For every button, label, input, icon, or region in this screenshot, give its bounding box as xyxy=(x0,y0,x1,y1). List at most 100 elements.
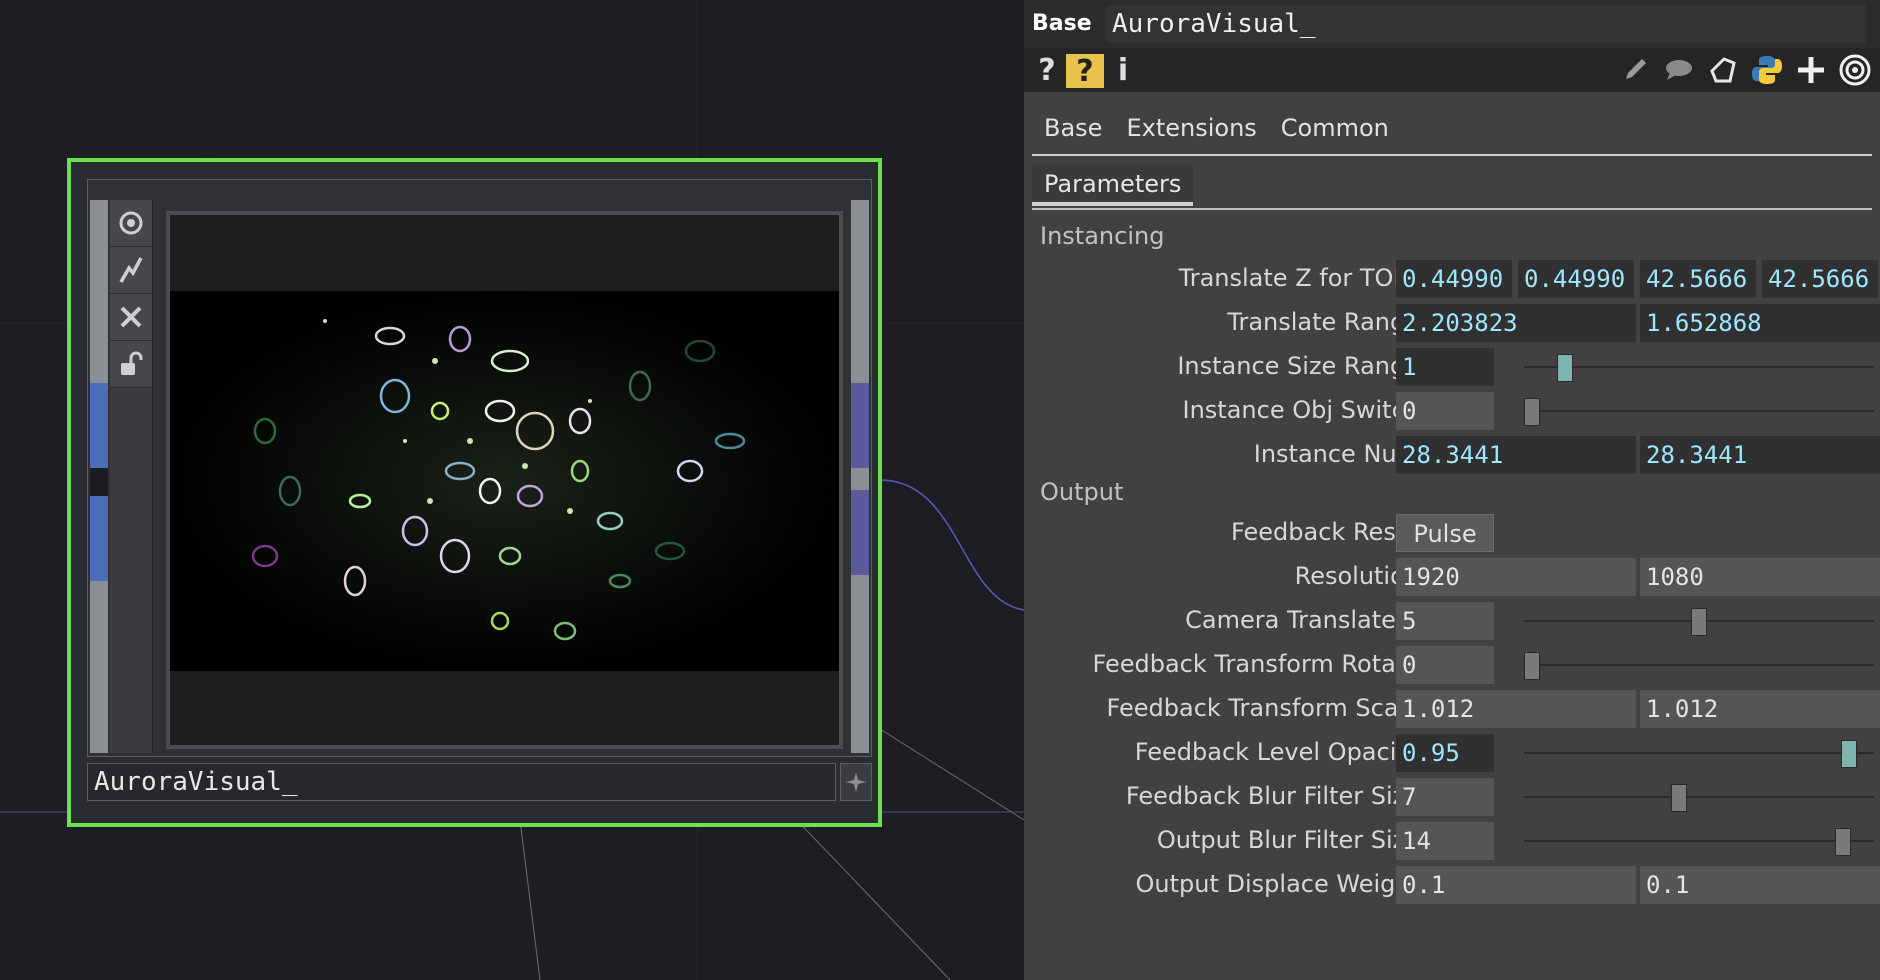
param-label: Instance Obj Switch xyxy=(1182,396,1420,424)
custom-page-tabs: Parameters xyxy=(1032,164,1872,210)
param-label: Feedback Reset xyxy=(1231,518,1420,546)
bypass-lightning-icon[interactable] xyxy=(110,247,152,294)
param-slider[interactable] xyxy=(1524,778,1874,816)
param-row: Feedback Reset Pulse xyxy=(1024,512,1880,552)
viewer-target-icon[interactable] xyxy=(1836,52,1874,88)
viewer-target-icon[interactable] xyxy=(110,200,152,247)
param-value-field[interactable]: 42.5666 xyxy=(1640,260,1756,298)
param-value-field[interactable]: 2.203823 xyxy=(1396,304,1636,342)
param-row: Feedback Transform Rotate 0 xyxy=(1024,644,1880,684)
help-python-icon[interactable]: ? xyxy=(1066,54,1104,89)
comment-bubble-icon[interactable] xyxy=(1660,52,1698,88)
param-slider[interactable] xyxy=(1524,348,1874,386)
help-icon[interactable]: ? xyxy=(1028,52,1066,88)
param-value-field[interactable]: 0 xyxy=(1396,646,1494,684)
param-value-field[interactable]: 0 xyxy=(1396,392,1494,430)
pin-icon[interactable] xyxy=(840,763,872,801)
param-slider[interactable] xyxy=(1524,646,1874,684)
param-label: Feedback Transform Rotate xyxy=(1092,650,1420,678)
section-output: Output xyxy=(1040,478,1124,506)
input-connector[interactable] xyxy=(90,496,108,581)
param-value-field[interactable]: 0.44990 xyxy=(1518,260,1634,298)
output-connector-strip xyxy=(851,200,869,753)
param-label: Output Displace Weight xyxy=(1135,870,1420,898)
param-value-field[interactable]: 1.012 xyxy=(1396,690,1636,728)
param-row: Feedback Transform Scale 1.012 1.012 xyxy=(1024,688,1880,728)
param-row: Translate Z for TOPs 0.44990 0.44990 42.… xyxy=(1024,258,1880,298)
param-label: Translate Z for TOPs xyxy=(1178,264,1420,292)
panel-toolbar: ? ? i xyxy=(1024,48,1880,92)
output-connector[interactable] xyxy=(851,490,869,575)
param-label: Feedback Level Opacity xyxy=(1134,738,1420,766)
param-slider[interactable] xyxy=(1524,602,1874,640)
tab-common[interactable]: Common xyxy=(1269,106,1401,154)
param-value-field[interactable]: 14 xyxy=(1396,822,1494,860)
tab-parameters[interactable]: Parameters xyxy=(1032,164,1194,206)
slider-knob[interactable] xyxy=(1671,784,1687,812)
connector-gap xyxy=(90,468,108,496)
param-value-field[interactable]: 0.44990 xyxy=(1396,260,1512,298)
input-connector[interactable] xyxy=(90,383,108,468)
param-row: Resolution 1920 1080 xyxy=(1024,556,1880,596)
param-label: Feedback Blur Filter Size xyxy=(1125,782,1420,810)
node-flag-buttons xyxy=(110,200,153,753)
param-row: Instance Size Range 1 xyxy=(1024,346,1880,386)
param-value-field[interactable]: 1 xyxy=(1396,348,1494,386)
node-body xyxy=(87,179,872,757)
tab-extensions[interactable]: Extensions xyxy=(1114,106,1268,154)
param-label: Feedback Transform Scale xyxy=(1106,694,1421,722)
operator-type-label: Base xyxy=(1032,11,1092,36)
slider-knob[interactable] xyxy=(1691,608,1707,636)
param-label: Camera Translate Z xyxy=(1185,606,1420,634)
param-value-field[interactable]: 28.3441 xyxy=(1396,436,1636,474)
node-viewer[interactable] xyxy=(166,211,843,749)
python-icon[interactable] xyxy=(1748,52,1786,88)
info-icon[interactable]: i xyxy=(1104,52,1142,88)
operator-name-field[interactable]: AuroraVisual_ xyxy=(1106,5,1866,43)
param-value-field[interactable]: 1920 xyxy=(1396,558,1636,596)
param-value-field[interactable]: 28.3441 xyxy=(1640,436,1880,474)
edit-pencil-icon[interactable] xyxy=(1616,52,1654,88)
param-slider[interactable] xyxy=(1524,392,1874,430)
input-connector-strip xyxy=(90,200,108,753)
param-row: Translate Range 2.203823 1.652868 xyxy=(1024,302,1880,342)
param-value-field[interactable]: 1.652868 xyxy=(1640,304,1880,342)
add-plus-icon[interactable] xyxy=(1792,52,1830,88)
lock-icon[interactable] xyxy=(110,341,152,388)
param-value-field[interactable]: 1.012 xyxy=(1640,690,1880,728)
tag-icon[interactable] xyxy=(1704,52,1742,88)
output-connector[interactable] xyxy=(851,383,869,468)
param-row: Instance Obj Switch 0 xyxy=(1024,390,1880,430)
network-editor[interactable]: AuroraVisual_ xyxy=(0,0,1024,980)
pulse-button[interactable]: Pulse xyxy=(1396,514,1494,552)
param-row: Output Displace Weight 0.1 0.1 xyxy=(1024,864,1880,904)
slider-knob[interactable] xyxy=(1557,354,1573,382)
param-row: Feedback Blur Filter Size 7 xyxy=(1024,776,1880,816)
param-value-field[interactable]: 0.1 xyxy=(1396,866,1636,904)
param-value-field[interactable]: 1080 xyxy=(1640,558,1880,596)
param-row: Camera Translate Z 5 xyxy=(1024,600,1880,640)
slider-knob[interactable] xyxy=(1524,652,1540,680)
param-slider[interactable] xyxy=(1524,734,1874,772)
param-label: Output Blur Filter Size xyxy=(1156,826,1420,854)
param-value-field[interactable]: 42.5666 xyxy=(1762,260,1878,298)
slider-knob[interactable] xyxy=(1835,828,1851,856)
param-label: Instance Size Range xyxy=(1177,352,1420,380)
parameter-panel: Base AuroraVisual_ ? ? i Base Extensions… xyxy=(1024,0,1880,980)
param-value-field[interactable]: 5 xyxy=(1396,602,1494,640)
section-instancing: Instancing xyxy=(1040,222,1165,250)
close-x-icon[interactable] xyxy=(110,294,152,341)
slider-knob[interactable] xyxy=(1524,398,1540,426)
param-row: Output Blur Filter Size 14 xyxy=(1024,820,1880,860)
param-slider[interactable] xyxy=(1524,822,1874,860)
page-tabs: Base Extensions Common xyxy=(1032,106,1872,156)
param-value-field[interactable]: 0.1 xyxy=(1640,866,1880,904)
node-name-field[interactable]: AuroraVisual_ xyxy=(87,763,836,801)
param-value-field[interactable]: 0.95 xyxy=(1396,734,1494,772)
slider-knob[interactable] xyxy=(1841,740,1857,768)
aurora-render-preview xyxy=(170,291,839,671)
tab-base[interactable]: Base xyxy=(1032,106,1114,154)
param-value-field[interactable]: 7 xyxy=(1396,778,1494,816)
base-comp-node[interactable]: AuroraVisual_ xyxy=(67,158,882,827)
param-row: Feedback Level Opacity 0.95 xyxy=(1024,732,1880,772)
